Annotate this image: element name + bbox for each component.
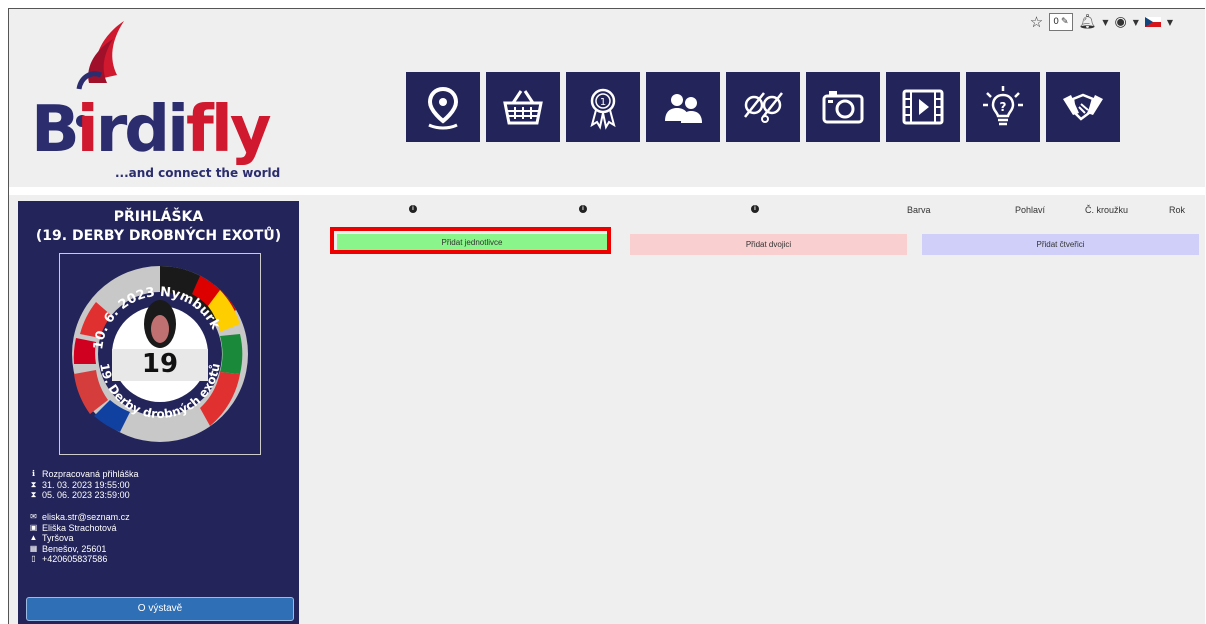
users-icon (665, 94, 702, 123)
event-emblem: 19 10. 6. 2023 Nymburk 19. Derby drobnýc… (59, 253, 261, 455)
add-quad-button[interactable]: Přidat čtveřici (922, 234, 1199, 255)
idea-icon: ? (983, 86, 1023, 126)
basket-icon (503, 90, 543, 125)
phone-icon: ▯ (31, 554, 36, 563)
hourglass-icon: ⧗ (30, 479, 37, 489)
logo[interactable]: Birdifly ...and connect the world (19, 19, 309, 184)
add-pair-button[interactable]: Přidat dvojici (630, 234, 907, 255)
column-header-ring: Č. kroužku (1085, 205, 1129, 215)
emblem-number: 19 (142, 349, 178, 379)
road-icon: ▲ (29, 533, 38, 542)
cart-count: 0 (1053, 17, 1059, 27)
info-icon: ℹ (31, 469, 36, 478)
bell-icon[interactable]: 🔔︎ (1079, 14, 1097, 30)
chevron-down-icon: ▼ (1132, 17, 1139, 27)
column-header-sex: Pohlaví (1015, 205, 1046, 215)
svg-text:?: ? (1000, 100, 1007, 114)
application-sidebar: PŘIHLÁŠKA (19. DERBY DROBNÝCH EXOTŮ) 19 … (18, 201, 299, 624)
app-frame: Birdifly ...and connect the world 1 ? ☆ … (8, 8, 1205, 624)
name-text: Eliška Strachotová (42, 522, 117, 533)
czech-flag-icon[interactable] (1144, 17, 1161, 27)
svg-text:1: 1 (600, 97, 606, 108)
nav-location-button[interactable] (406, 72, 480, 142)
about-exhibition-button[interactable]: O výstavě (26, 597, 294, 621)
main-nav: 1 ? (406, 72, 1120, 142)
nav-camera-button[interactable] (806, 72, 880, 142)
nav-handshake-button[interactable] (1046, 72, 1120, 142)
title-line2: (19. DERBY DROBNÝCH EXOTŮ) (35, 228, 282, 244)
contact-info: ✉ eliska.str@seznam.cz ▣ Eliška Strachotov… (29, 512, 130, 565)
column-header-year: Rok (1169, 205, 1186, 215)
nav-award-button[interactable]: 1 (566, 72, 640, 142)
phone-text: +420605837586 (42, 554, 108, 564)
info-icon[interactable]: i (579, 205, 587, 213)
header: Birdifly ...and connect the world 1 ? ☆ … (9, 9, 1205, 195)
user-toolbar: ☆ 0 ✎ 🔔︎ ▼ ◉ ▼ ▼ (1030, 13, 1173, 31)
cart-button[interactable]: 0 ✎ (1049, 13, 1073, 31)
hourglass-icon: ⧗ (30, 490, 37, 499)
nav-basket-button[interactable] (486, 72, 560, 142)
main-content: i i i Barva Pohlaví Č. kroužku Rok Přida… (314, 195, 1205, 624)
table-header: i i i Barva Pohlaví Č. kroužku Rok (314, 205, 1205, 217)
envelope-icon: ✉ (30, 512, 37, 521)
award-icon: 1 (590, 88, 616, 130)
info-icon[interactable]: i (409, 205, 417, 213)
street-text: Tyršova (42, 533, 74, 543)
city-icon: ▦ (29, 543, 38, 553)
chevron-down-icon: ▼ (1166, 17, 1173, 27)
info-icon[interactable]: i (751, 205, 759, 213)
status-text: Rozpracovaná přihláška (42, 469, 139, 479)
nav-users-button[interactable] (646, 72, 720, 142)
nav-ring-button[interactable] (726, 72, 800, 142)
id-card-icon: ▣ (29, 522, 38, 532)
application-info: ℹ Rozpracovaná přihláška ⧗ 31. 03. 2023 19… (29, 469, 139, 501)
emblem-logo: 19 10. 6. 2023 Nymburk 19. Derby drobnýc… (72, 266, 248, 442)
video-icon (902, 89, 944, 125)
city-text: Benešov, 25601 (42, 543, 107, 554)
user-icon[interactable]: ◉ (1114, 14, 1126, 30)
title-line1: PŘIHLÁŠKA (113, 209, 204, 225)
page-title: PŘIHLÁŠKA (19. DERBY DROBNÝCH EXOTŮ) (18, 208, 299, 246)
logo-text: Birdifly (31, 93, 272, 167)
nav-video-button[interactable] (886, 72, 960, 142)
star-icon[interactable]: ☆ (1030, 13, 1043, 31)
location-icon (427, 86, 459, 130)
column-header-color: Barva (907, 205, 931, 215)
nav-idea-button[interactable]: ? (966, 72, 1040, 142)
highlight-box (330, 227, 611, 254)
bird-icon: ✎ (1060, 17, 1069, 27)
date-start: 31. 03. 2023 19:55:00 (42, 479, 130, 490)
handshake-icon (1063, 93, 1103, 121)
logo-tagline: ...and connect the world (115, 166, 281, 180)
ring-icon (744, 92, 783, 123)
email-text: eliska.str@seznam.cz (42, 512, 130, 522)
chevron-down-icon: ▼ (1102, 17, 1109, 27)
camera-icon (822, 91, 864, 124)
date-end: 05. 06. 2023 23:59:00 (42, 490, 130, 500)
